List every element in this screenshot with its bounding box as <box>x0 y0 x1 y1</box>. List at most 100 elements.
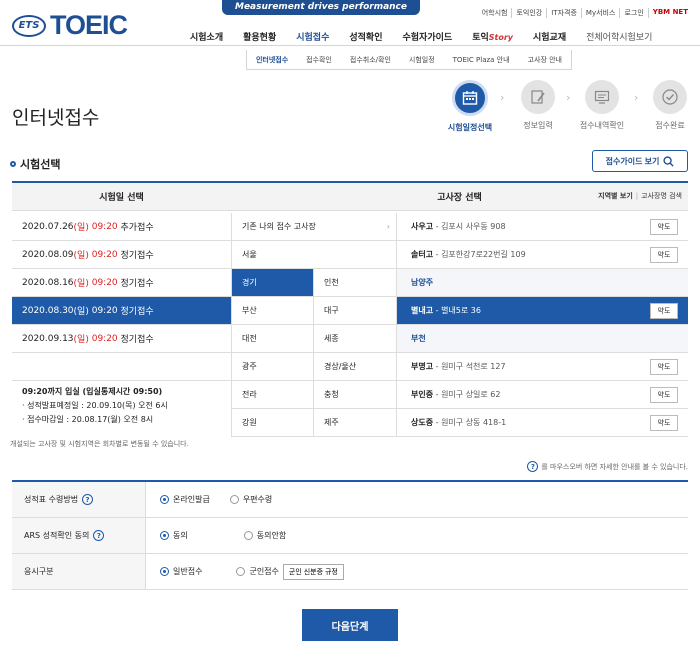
nav-item[interactable]: 전체어학시험보기 <box>576 30 662 43</box>
help-icon[interactable]: ? <box>93 530 105 541</box>
region-item[interactable]: 제주 <box>314 409 396 436</box>
subnav-item[interactable]: 접수취소/확인 <box>350 55 391 65</box>
ets-logo: ETS <box>12 14 46 37</box>
region-item[interactable]: 광주 <box>232 353 314 380</box>
subnav-item[interactable]: TOEIC Plaza 안내 <box>453 55 510 65</box>
region-item[interactable]: 세종 <box>314 325 396 352</box>
step-label: 접수완료 <box>655 121 685 130</box>
next-step-button[interactable]: 다음단계 <box>302 609 398 641</box>
utility-bar: 어학시험 토익인강 IT자격증 My서비스 로그인 YBM NET <box>478 8 692 18</box>
step-label: 시험일정선택 <box>447 123 493 132</box>
center-search-link[interactable]: 고사장명 검색 <box>641 192 682 200</box>
option-label: 응시구분 <box>12 554 146 589</box>
region-row: 광주 경상/울산 <box>232 353 396 381</box>
nav-story-label: 토익 <box>472 33 489 43</box>
subnav-item[interactable]: 고사장 안내 <box>528 55 562 65</box>
date-list: 2020.07.26 (일) 09:20 추가접수 2020.08.09 (일) 0… <box>12 213 231 431</box>
nav-item[interactable]: 활용현황 <box>233 30 286 43</box>
nav-item[interactable]: 수험자가이드 <box>393 30 463 43</box>
center-row[interactable]: 부명고 - 원미구 석천로 127 약도 <box>397 353 688 381</box>
center-view-links: 지역별 보기 | 고사장명 검색 <box>598 192 682 200</box>
military-id-rules-button[interactable]: 군인 신분증 규정 <box>282 563 344 580</box>
nav-item-active[interactable]: 시험접수 <box>286 30 339 43</box>
date-row[interactable]: 2020.08.09 (일) 09:20 정기접수 <box>12 241 231 269</box>
radio-agree[interactable]: 동의 <box>160 530 188 541</box>
date-row-selected[interactable]: 2020.08.30 (일) 09:20 정기접수 <box>12 297 231 325</box>
radio-checked-icon <box>160 567 169 576</box>
region-item[interactable]: 전라 <box>232 381 314 408</box>
login-link[interactable]: 로그인 <box>619 8 647 18</box>
radio-disagree[interactable]: 동의안함 <box>243 530 286 541</box>
region-item[interactable]: 부산 <box>232 297 314 324</box>
option-values: 온라인발급 우편수령 <box>146 494 292 505</box>
region-row: 대전 세종 <box>232 325 396 353</box>
region-item[interactable]: 충청 <box>314 381 396 408</box>
option-label: 성적표 수령방법? <box>12 482 146 517</box>
radio-checked-icon <box>160 531 169 540</box>
center-row-selected[interactable]: 별내고 - 별내5로 36 약도 <box>397 297 688 325</box>
deadline: · 접수마감일 : 20.08.17(월) 오전 8시 <box>22 415 154 424</box>
nav-item-story[interactable]: 토익Story <box>462 30 523 43</box>
center-row[interactable]: 솔터고 - 김포한강7로22번길 109 약도 <box>397 241 688 269</box>
region-item[interactable]: 대전 <box>232 325 314 352</box>
region-list: 기존 나의 접수 고사장 › 서울 경기 인천 부산 대구 대전 세종 광주 경상/울산 … <box>231 213 397 437</box>
center-notice: 개설되는 고사장 및 시험지역은 회차별로 변동될 수 있습니다. <box>10 440 189 448</box>
region-item[interactable]: 경상/울산 <box>314 353 396 380</box>
selection-table: 시험일 선택 고사장 선택 지역별 보기 | 고사장명 검색 2020.07.26(… <box>12 181 688 437</box>
chevron-right-icon: › <box>634 91 639 104</box>
util-link[interactable]: IT자격증 <box>546 8 581 18</box>
date-row[interactable]: 2020.09.13 (일) 09:20 정기접수 <box>12 325 231 353</box>
radio-military[interactable]: 군인접수 <box>236 566 279 577</box>
region-row: 전라 충청 <box>232 381 396 409</box>
map-button[interactable]: 약도 <box>650 246 678 263</box>
subnav-item[interactable]: 시험일정 <box>409 55 435 65</box>
exam-info: 09:20까지 입실 (입실통제시간 09:50) · 성적발표예정일 : 20… <box>12 381 231 431</box>
center-row[interactable]: 부인중 - 원미구 상일로 62 약도 <box>397 381 688 409</box>
subnav-item[interactable]: 접수확인 <box>306 55 332 65</box>
region-row: 서울 <box>232 241 396 269</box>
center-list: 사우고 - 김포시 사우동 908 약도 솔터고 - 김포한강7로22번길 109… <box>397 213 688 437</box>
center-header-label: 고사장 선택 <box>437 193 482 203</box>
guide-button[interactable]: 접수가이드 보기 <box>592 150 688 172</box>
radio-online[interactable]: 온라인발급 <box>160 494 210 505</box>
map-button[interactable]: 약도 <box>650 414 678 431</box>
subnav-item-active[interactable]: 인터넷접수 <box>256 55 288 65</box>
region-item[interactable]: 대구 <box>314 297 396 324</box>
util-link[interactable]: 어학시험 <box>478 8 512 18</box>
util-link[interactable]: 토익인강 <box>511 8 546 18</box>
entry-time: 09:20까지 입실 (입실통제시간 09:50) <box>22 387 163 396</box>
date-row[interactable]: 2020.08.16 (일) 09:20 정기접수 <box>12 269 231 297</box>
center-group-header: 남양주 <box>397 269 688 297</box>
map-button[interactable]: 약도 <box>650 386 678 403</box>
pencil-icon <box>521 80 555 114</box>
map-button[interactable]: 약도 <box>650 302 678 319</box>
step-label: 정보입력 <box>523 121 553 130</box>
map-button[interactable]: 약도 <box>650 218 678 235</box>
date-row[interactable]: 2020.07.26 (일) 09:20 추가접수 <box>12 213 231 241</box>
center-row[interactable]: 상도중 - 원미구 상동 418-1 약도 <box>397 409 688 437</box>
top-banner: Measurement drives performance <box>222 0 420 15</box>
step-review: 접수내역확인 <box>572 80 632 131</box>
region-item[interactable]: 인천 <box>314 269 396 296</box>
nav-item[interactable]: 성적확인 <box>339 30 392 43</box>
nav-item[interactable]: 시험소개 <box>180 30 233 43</box>
calendar-icon <box>452 80 488 116</box>
chevron-right-icon: › <box>386 222 390 231</box>
nav-item[interactable]: 시험교재 <box>523 30 576 43</box>
ybm-logo[interactable]: YBM NET <box>647 8 692 18</box>
guide-button-label: 접수가이드 보기 <box>605 156 660 166</box>
region-view-link[interactable]: 지역별 보기 <box>598 192 633 200</box>
radio-general[interactable]: 일반접수 <box>160 566 202 577</box>
region-item[interactable]: 서울 <box>232 241 396 268</box>
radio-mail[interactable]: 우편수령 <box>229 494 272 505</box>
toeic-logo[interactable]: ETS TOEIC <box>12 10 128 41</box>
help-icon[interactable]: ? <box>82 494 94 505</box>
region-my-center[interactable]: 기존 나의 접수 고사장 › <box>232 213 396 241</box>
step-schedule: 시험일정선택 <box>440 80 500 133</box>
util-link[interactable]: My서비스 <box>580 8 620 18</box>
center-row[interactable]: 사우고 - 김포시 사우동 908 약도 <box>397 213 688 241</box>
map-button[interactable]: 약도 <box>650 358 678 375</box>
region-item[interactable]: 강원 <box>232 409 314 436</box>
story-text: Story <box>488 33 513 42</box>
region-item-selected[interactable]: 경기 <box>232 269 314 296</box>
